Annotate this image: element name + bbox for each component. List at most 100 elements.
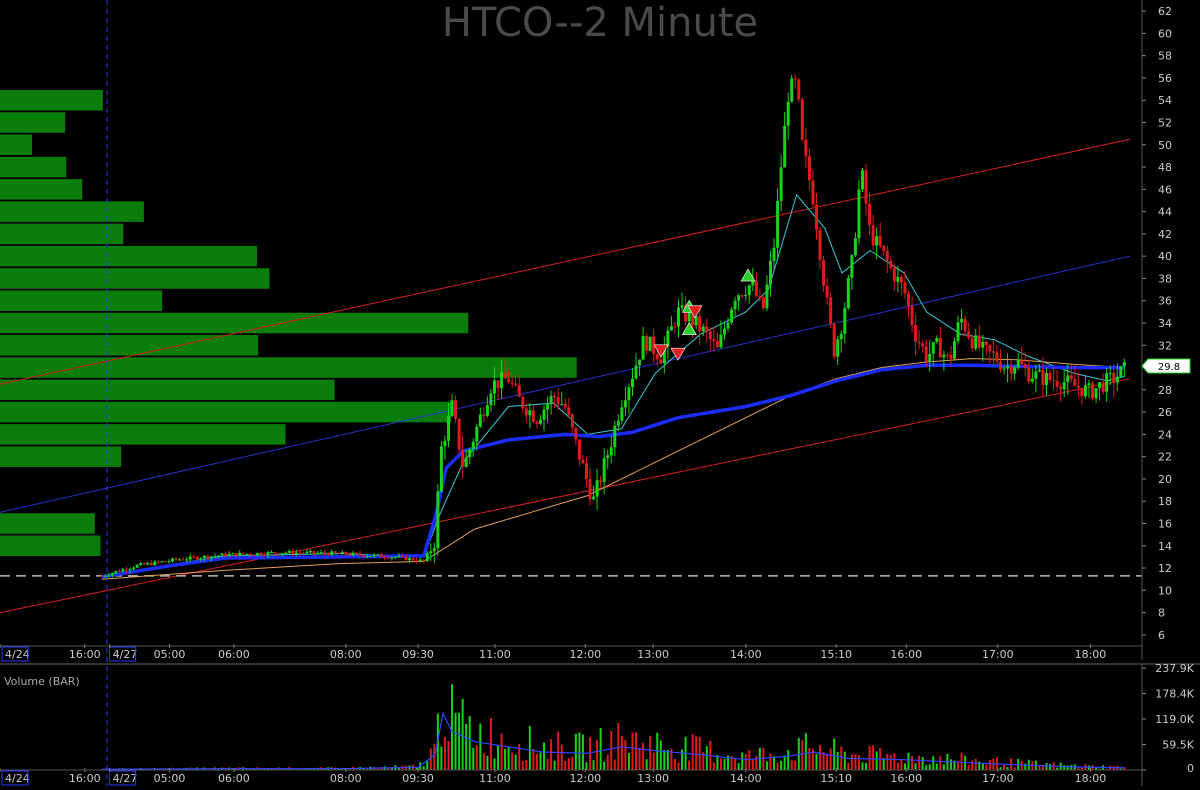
candle-body-190 [772,247,776,261]
candle-body-7 [124,569,128,571]
candle-body-58 [305,551,309,554]
candle-body-238 [942,354,946,358]
candle-body-5 [117,571,121,573]
price-tick-label-21: 48 [1158,161,1172,174]
time-tick-label-8: 12:00 [569,648,601,661]
candle-body-269 [1052,380,1056,382]
profile-row-13 [0,379,335,401]
price-tick-label-19: 44 [1158,206,1172,219]
chart-title: HTCO--2 Minute [442,0,758,46]
candle-body-237 [938,337,942,358]
candle-body-186 [758,296,762,298]
candle-body-231 [917,341,921,344]
profile-row-16 [0,446,122,467]
candle-body-134 [574,427,578,440]
candle-body-132 [567,407,571,415]
candle-body-20 [170,558,174,562]
candle-body-221 [882,245,886,251]
candle-body-52 [284,552,288,554]
candle-body-44 [255,552,259,555]
candle-body-182 [744,295,748,297]
candle-body-78 [376,554,380,556]
candle-body-9 [132,567,136,569]
time-tick-label-4: 06:00 [218,648,250,661]
price-tick-label-0: 6 [1158,629,1165,642]
candle-body-11 [139,563,143,565]
volume-time-tick-label-13: 17:00 [982,772,1014,785]
candle-body-94 [432,548,436,552]
candle-body-113 [500,372,504,389]
candle-body-39 [238,552,242,556]
candle-body-21 [174,558,178,560]
chart-window: HTCO--2 Minute 6810121416182022242628303… [0,0,1200,786]
candle-body-220 [878,235,882,246]
candle-body-163 [676,307,680,327]
volume-time-tick-label-6: 09:30 [402,772,434,785]
candle-body-218 [871,225,875,246]
candle-body-236 [935,337,939,343]
chart-svg[interactable]: HTCO--2 Minute 6810121416182022242628303… [0,0,1200,786]
candle-body-126 [546,404,550,410]
candle-body-233 [924,346,928,362]
candle-body-243 [960,318,964,323]
price-tick-label-22: 50 [1158,139,1172,152]
candle-body-45 [259,552,263,555]
candle-body-19 [167,561,171,563]
candle-body-247 [974,335,978,349]
candle-body-195 [790,78,794,102]
profile-row-5 [0,201,144,222]
volume-time-tick-label-7: 11:00 [479,772,511,785]
candle-body-141 [599,480,603,482]
profile-row-11 [0,335,259,356]
price-tick-label-18: 42 [1158,228,1172,241]
time-tick-label-0: 4/24 [5,648,30,661]
candle-body-80 [383,557,387,559]
volume-time-tick-label-0: 4/24 [5,772,30,785]
candle-body-130 [560,404,564,406]
candle-body-31 [209,556,213,559]
candle-body-149 [627,387,631,401]
candle-body-104 [468,449,472,458]
candle-body-2 [107,575,111,577]
candle-body-83 [393,556,397,558]
candle-body-140 [595,480,599,497]
profile-row-1 [0,112,66,133]
candle-body-1 [103,575,107,577]
time-tick-label-3: 05:00 [154,648,186,661]
candle-body-72 [354,552,358,554]
candle-body-120 [524,408,528,416]
candle-body-67 [337,552,341,554]
candle-body-63 [323,552,327,554]
profile-row-3 [0,156,67,178]
candle-body-161 [669,326,673,331]
candle-body-15 [153,561,157,566]
profile-row-20 [0,535,101,557]
candle-body-114 [503,372,507,379]
candle-body-53 [287,550,291,553]
candle-body-215 [860,170,864,190]
candle-body-37 [231,553,235,555]
price-tick-label-5: 16 [1158,517,1172,530]
candle-body-102 [461,449,465,467]
candle-body-263 [1030,378,1034,382]
candle-body-148 [623,400,627,408]
candle-body-251 [988,345,992,352]
candle-body-81 [386,557,390,559]
candle-body-289 [1122,361,1126,367]
candle-body-84 [397,555,401,557]
time-tick-label-7: 11:00 [479,648,511,661]
candle-body-65 [330,551,334,556]
volume-time-tick-label-5: 08:00 [330,772,362,785]
candle-body-193 [783,125,787,168]
candle-body-97 [443,440,447,447]
price-tick-label-15: 36 [1158,295,1172,308]
candle-body-66 [333,551,337,553]
candle-body-174 [715,340,719,348]
candle-body-118 [517,384,521,397]
candle-body-146 [616,420,620,426]
candle-body-75 [365,556,369,558]
candle-body-210 [843,308,847,334]
candle-body-82 [390,557,394,559]
candle-body-8 [128,568,132,571]
candle-body-248 [977,335,981,348]
